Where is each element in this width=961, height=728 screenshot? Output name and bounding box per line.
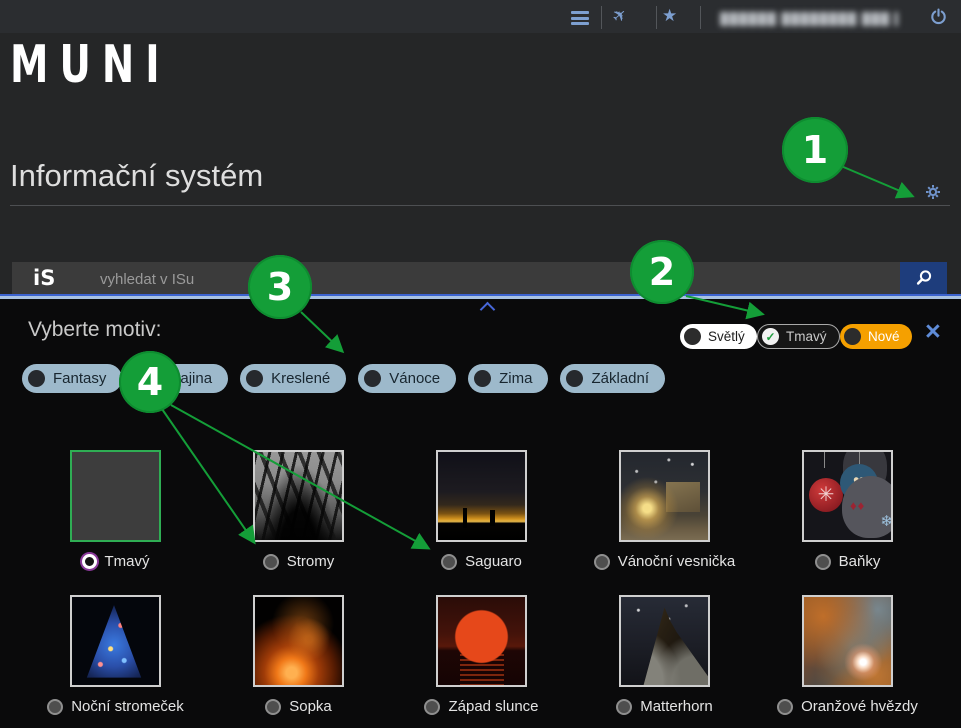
divider xyxy=(656,6,657,29)
toggle-knob-icon xyxy=(566,370,583,387)
theme-label: Stromy xyxy=(287,553,335,570)
theme-thumbnail-banky[interactable] xyxy=(802,450,893,542)
toggle-knob-icon xyxy=(684,328,701,345)
annotation-circle-4: 4 xyxy=(119,351,181,413)
theme-cell-matterhorn: Matterhorn xyxy=(573,595,756,715)
search-input[interactable] xyxy=(98,262,862,296)
theme-label: Sopka xyxy=(289,698,332,715)
power-logout-icon[interactable] xyxy=(930,8,947,30)
theme-thumbnail-zapad-slunce[interactable] xyxy=(436,595,527,687)
annotation-number: 4 xyxy=(137,360,163,404)
theme-cell-zapad-slunce: Západ slunce xyxy=(390,595,573,715)
search-button[interactable] xyxy=(900,262,947,294)
settings-gear-icon[interactable] xyxy=(925,184,941,205)
filter-pill-kreslene[interactable]: Kreslené xyxy=(240,364,346,393)
user-name-blurred[interactable]: ██████ ████████ ███ █████ xyxy=(720,12,898,26)
radio-selected[interactable] xyxy=(82,554,97,569)
divider xyxy=(10,205,950,206)
radio[interactable] xyxy=(441,554,457,570)
theme-thumbnail-tmavy[interactable] xyxy=(70,450,161,542)
theme-label: Západ slunce xyxy=(448,698,538,715)
annotation-arrow-1 xyxy=(841,166,912,196)
radio[interactable] xyxy=(424,699,440,715)
radio[interactable] xyxy=(616,699,632,715)
theme-thumbnail-nocni-stromecek[interactable] xyxy=(70,595,161,687)
theme-label: Vánoční vesnička xyxy=(618,553,736,570)
search-bar: iS xyxy=(12,262,947,294)
check-knob-icon xyxy=(762,328,779,345)
toggle-knob-icon xyxy=(364,370,381,387)
theme-label: Saguaro xyxy=(465,553,522,570)
toggle-label: Nové xyxy=(868,329,900,344)
theme-cell-banky: Baňky xyxy=(756,450,939,570)
theme-grid-row-2: Noční stromeček Sopka Západ slunce Matte… xyxy=(24,595,939,715)
filter-label: Kreslené xyxy=(271,370,330,387)
theme-thumbnail-oranzove-hvezdy[interactable] xyxy=(802,595,893,687)
close-icon[interactable]: × xyxy=(925,318,941,345)
radio[interactable] xyxy=(265,699,281,715)
toggle-label: Tmavý xyxy=(786,329,827,344)
hamburger-menu-icon[interactable] xyxy=(571,11,589,25)
toggle-label: Světlý xyxy=(708,329,745,344)
theme-label: Baňky xyxy=(839,553,881,570)
annotation-number: 3 xyxy=(267,265,293,309)
page-title: Informační systém xyxy=(10,158,263,194)
toggle-knob-icon xyxy=(844,328,861,345)
radio[interactable] xyxy=(815,554,831,570)
annotation-number: 2 xyxy=(649,250,675,294)
magnifier-icon xyxy=(915,269,933,287)
filter-pill-fantasy[interactable]: Fantasy xyxy=(22,364,122,393)
theme-cell-tmavy: Tmavý xyxy=(24,450,207,570)
theme-label: Oranžové hvězdy xyxy=(801,698,918,715)
theme-grid-row-1: Tmavý Stromy Saguaro Vánoční vesnička xyxy=(24,450,939,570)
toggle-knob-icon xyxy=(474,370,491,387)
is-logo: iS xyxy=(33,266,55,290)
filter-pill-zakladni[interactable]: Základní xyxy=(560,364,665,393)
theme-label: Tmavý xyxy=(105,553,150,570)
theme-cell-nocni-stromecek: Noční stromeček xyxy=(24,595,207,715)
theme-label: Noční stromeček xyxy=(71,698,184,715)
toggle-knob-icon xyxy=(28,370,45,387)
divider xyxy=(601,6,602,29)
annotation-circle-2: 2 xyxy=(630,240,694,304)
radio[interactable] xyxy=(47,699,63,715)
radio[interactable] xyxy=(263,554,279,570)
muni-logo[interactable]: MUNI xyxy=(10,38,171,92)
filter-label: Základní xyxy=(591,370,649,387)
theme-cell-sopka: Sopka xyxy=(207,595,390,715)
filter-label: Vánoce xyxy=(389,370,440,387)
annotation-circle-3: 3 xyxy=(248,255,312,319)
annotation-circle-1: 1 xyxy=(782,117,848,183)
filter-pill-vanoce[interactable]: Vánoce xyxy=(358,364,456,393)
page: ✈ ★ ██████ ████████ ███ █████ MUNI Infor… xyxy=(0,0,961,728)
filter-label: Zima xyxy=(499,370,532,387)
favorites-star-icon[interactable]: ★ xyxy=(662,6,677,26)
toggle-knob-icon xyxy=(246,370,263,387)
new-themes-toggle[interactable]: Nové xyxy=(840,324,912,349)
theme-thumbnail-vanocni-vesnicka[interactable] xyxy=(619,450,710,542)
theme-thumbnail-stromy[interactable] xyxy=(253,450,344,542)
theme-cell-oranzove-hvezdy: Oranžové hvězdy xyxy=(756,595,939,715)
theme-thumbnail-saguaro[interactable] xyxy=(436,450,527,542)
theme-thumbnail-matterhorn[interactable] xyxy=(619,595,710,687)
filter-pill-zima[interactable]: Zima xyxy=(468,364,548,393)
light-mode-toggle[interactable]: Světlý xyxy=(680,324,757,349)
radio[interactable] xyxy=(594,554,610,570)
divider xyxy=(700,6,701,29)
radio[interactable] xyxy=(777,699,793,715)
theme-cell-saguaro: Saguaro xyxy=(390,450,573,570)
annotation-number: 1 xyxy=(802,128,828,172)
theme-thumbnail-sopka[interactable] xyxy=(253,595,344,687)
theme-cell-stromy: Stromy xyxy=(207,450,390,570)
panel-title: Vyberte motiv: xyxy=(28,318,161,342)
theme-label: Matterhorn xyxy=(640,698,713,715)
filter-label: Fantasy xyxy=(53,370,106,387)
theme-cell-vanocni-vesnicka: Vánoční vesnička xyxy=(573,450,756,570)
dark-mode-toggle[interactable]: Tmavý xyxy=(757,324,840,349)
